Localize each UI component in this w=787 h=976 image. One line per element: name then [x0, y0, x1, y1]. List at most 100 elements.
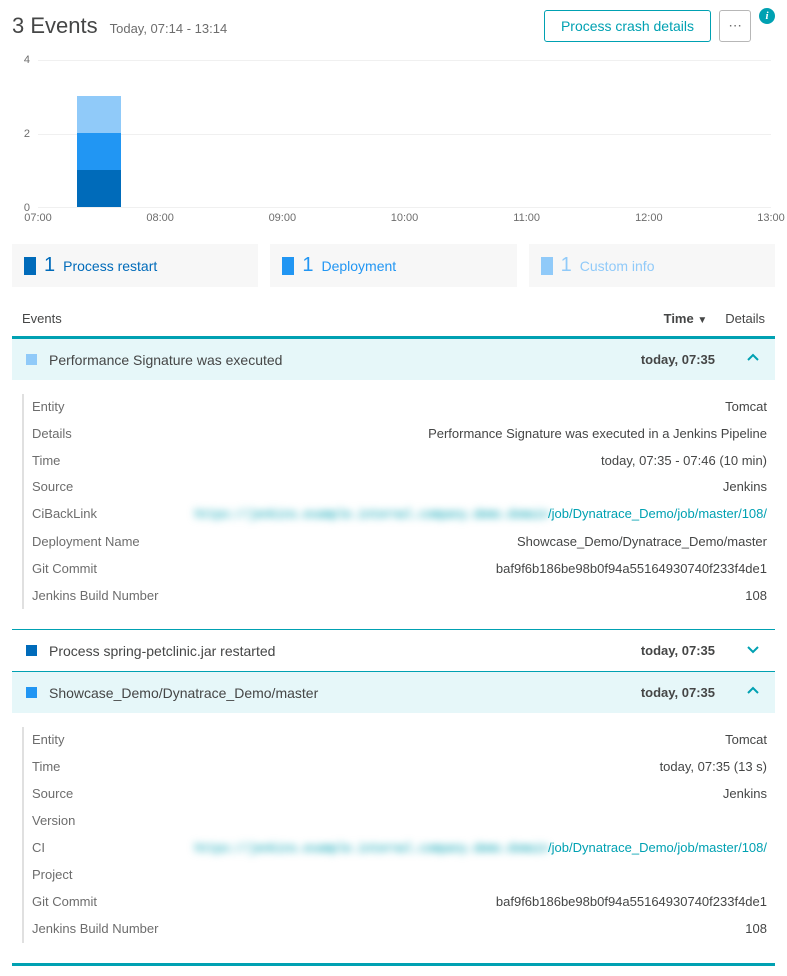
- x-tick: 13:00: [757, 212, 785, 224]
- detail-value: baf9f6b186be98b0f94a55164930740f233f4de1: [496, 561, 767, 576]
- x-tick: 08:00: [146, 212, 174, 224]
- x-tick: 12:00: [635, 212, 663, 224]
- legend-color-icon: [282, 257, 294, 275]
- detail-label: Git Commit: [32, 559, 97, 580]
- legend-item[interactable]: 1 Process restart: [12, 244, 258, 287]
- detail-value: today, 07:35 - 07:46 (10 min): [601, 453, 767, 468]
- bar-segment: [77, 96, 121, 133]
- detail-row: Time today, 07:35 - 07:46 (10 min): [24, 448, 767, 475]
- detail-row: Entity Tomcat: [24, 727, 767, 754]
- x-tick: 09:00: [269, 212, 297, 224]
- detail-row: Version: [24, 808, 767, 835]
- detail-row: Jenkins Build Number 108: [24, 583, 767, 610]
- detail-label: Jenkins Build Number: [32, 586, 158, 607]
- legend-item[interactable]: 1Custom info: [529, 244, 775, 287]
- detail-row: Deployment Name Showcase_Demo/Dynatrace_D…: [24, 529, 767, 556]
- legend-color-icon: [541, 257, 553, 275]
- detail-label: Time: [32, 757, 60, 778]
- detail-label: CiBackLink: [32, 504, 97, 526]
- event-color-icon: [26, 687, 37, 698]
- detail-label: Source: [32, 477, 73, 498]
- page-header: 3 Events Today, 07:14 - 13:14 Process cr…: [12, 10, 775, 42]
- legend-label: Deployment: [321, 258, 396, 274]
- detail-label: Git Commit: [32, 892, 97, 913]
- legend-item[interactable]: 1 Deployment: [270, 244, 516, 287]
- more-menu-button[interactable]: ⋯: [719, 10, 751, 42]
- detail-label: Version: [32, 811, 75, 832]
- detail-row: Project: [24, 862, 767, 889]
- detail-value: baf9f6b186be98b0f94a55164930740f233f4de1: [496, 894, 767, 909]
- col-time[interactable]: Time ▼: [664, 311, 708, 326]
- detail-row: DetailsPerformance Signature was execute…: [24, 421, 767, 448]
- bar-segment: [77, 170, 121, 207]
- detail-link[interactable]: /job/Dynatrace_Demo/job/master/108/: [548, 506, 767, 521]
- event-color-icon: [26, 645, 37, 656]
- legend-count: 1: [44, 254, 55, 277]
- chart-legend: 1 Process restart 1 Deployment 1Custom info: [12, 244, 775, 287]
- detail-value: Jenkins: [723, 479, 767, 494]
- event-time: today, 07:35: [641, 685, 715, 700]
- x-tick: 07:00: [24, 212, 52, 224]
- table-header: Events Time ▼ Details: [12, 305, 775, 336]
- y-tick: 2: [24, 128, 30, 140]
- detail-value: Jenkins: [723, 786, 767, 801]
- detail-label: Jenkins Build Number: [32, 919, 158, 940]
- detail-label: Deployment Name: [32, 532, 140, 553]
- detail-value: 108: [745, 588, 767, 603]
- event-title: Showcase_Demo/Dynatrace_Demo/master: [49, 685, 629, 701]
- detail-row: Time today, 07:35 (13 s): [24, 754, 767, 781]
- x-tick: 11:00: [513, 212, 540, 224]
- event-time: today, 07:35: [641, 643, 715, 658]
- detail-value: Showcase_Demo/Dynatrace_Demo/master: [517, 534, 767, 549]
- detail-row: CI https://jenkins.example.internal.compa…: [24, 835, 767, 863]
- detail-value: Tomcat: [725, 399, 767, 414]
- event-row[interactable]: Performance Signature was executed today,…: [12, 339, 775, 380]
- event-details: Entity Tomcat Time today, 07:35 (13 s) Sourc…: [22, 727, 775, 942]
- event-color-icon: [26, 354, 37, 365]
- info-icon[interactable]: i: [759, 8, 775, 24]
- detail-link[interactable]: /job/Dynatrace_Demo/job/master/108/: [548, 840, 767, 855]
- detail-row: Git Commit baf9f6b186be98b0f94a5516493074…: [24, 556, 767, 583]
- x-tick: 10:00: [391, 212, 419, 224]
- event-row[interactable]: Process spring-petclinic.jar restarted to…: [12, 630, 775, 671]
- event-details: Entity Tomcat DetailsPerformance Signature…: [22, 394, 775, 609]
- detail-row: CiBackLink https://jenkins.example.intern…: [24, 501, 767, 529]
- col-events[interactable]: Events: [22, 311, 62, 326]
- bar-segment: [77, 133, 121, 170]
- detail-row: Git Commit baf9f6b186be98b0f94a5516493074…: [24, 889, 767, 916]
- detail-label: Project: [32, 865, 72, 886]
- detail-label: Time: [32, 451, 60, 472]
- obscured-text: https://jenkins.example.internal.company…: [194, 841, 548, 856]
- sort-desc-icon: ▼: [697, 315, 707, 326]
- event-time: today, 07:35: [641, 352, 715, 367]
- detail-label: Source: [32, 784, 73, 805]
- detail-value: Tomcat: [725, 732, 767, 747]
- obscured-text: https://jenkins.example.internal.company…: [194, 507, 548, 522]
- detail-label: Entity: [32, 730, 65, 751]
- chevron-down-icon: [745, 642, 761, 659]
- detail-value: today, 07:35 (13 s): [660, 759, 767, 774]
- chevron-up-icon: [745, 684, 761, 701]
- legend-color-icon: [24, 257, 36, 275]
- process-crash-details-button[interactable]: Process crash details: [544, 10, 711, 42]
- detail-value: 108: [745, 921, 767, 936]
- events-chart: 024 07:0008:0009:0010:0011:0012:0013:00: [12, 60, 775, 230]
- legend-count: 1: [302, 254, 313, 277]
- legend-label: Process restart: [63, 258, 157, 274]
- detail-row: Source Jenkins: [24, 474, 767, 501]
- detail-row: Entity Tomcat: [24, 394, 767, 421]
- detail-label: Entity: [32, 397, 65, 418]
- legend-label: Custom info: [580, 258, 655, 274]
- page-title: 3 Events: [12, 13, 98, 39]
- event-row[interactable]: Showcase_Demo/Dynatrace_Demo/master today…: [12, 672, 775, 713]
- detail-row: Jenkins Build Number 108: [24, 916, 767, 943]
- event-title: Process spring-petclinic.jar restarted: [49, 643, 629, 659]
- y-tick: 4: [24, 54, 30, 66]
- bar-stack[interactable]: [77, 96, 121, 207]
- col-details[interactable]: Details: [725, 311, 765, 326]
- detail-label: CI: [32, 838, 45, 860]
- detail-label: Details: [32, 424, 72, 445]
- event-title: Performance Signature was executed: [49, 352, 629, 368]
- time-range: Today, 07:14 - 13:14: [110, 21, 228, 36]
- ellipsis-icon: ⋯: [728, 18, 741, 34]
